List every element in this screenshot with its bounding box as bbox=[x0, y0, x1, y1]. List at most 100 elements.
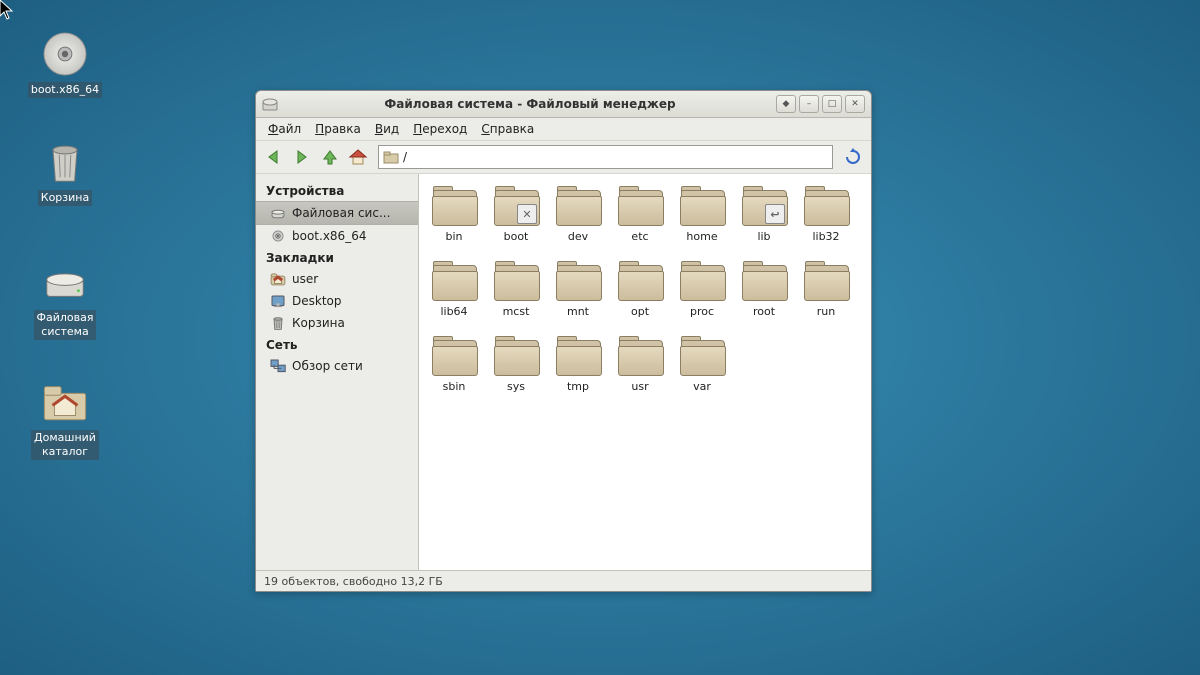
folder-proc[interactable]: proc bbox=[673, 261, 731, 318]
folder-icon bbox=[617, 336, 663, 376]
menu-файл[interactable]: Файл bbox=[262, 120, 307, 138]
sidebar-item-label: user bbox=[292, 272, 318, 286]
folder-mnt[interactable]: mnt bbox=[549, 261, 607, 318]
menu-вид[interactable]: Вид bbox=[369, 120, 405, 138]
folder-label: root bbox=[735, 305, 793, 318]
disc-icon bbox=[41, 30, 89, 78]
close-button[interactable]: ✕ bbox=[845, 95, 865, 113]
folder-label: lib64 bbox=[425, 305, 483, 318]
folder-run[interactable]: run bbox=[797, 261, 855, 318]
statusbar: 19 объектов, свободно 13,2 ГБ bbox=[256, 570, 871, 591]
desktop-icon-boot-media[interactable]: boot.x86_64 bbox=[25, 30, 105, 98]
folder-lib[interactable]: ↩lib bbox=[735, 186, 793, 243]
desktop-icon-label: Файловаясистема bbox=[34, 310, 97, 340]
folder-opt[interactable]: opt bbox=[611, 261, 669, 318]
mouse-cursor bbox=[0, 0, 14, 20]
path-input[interactable]: / bbox=[378, 145, 833, 169]
folder-icon bbox=[617, 186, 663, 226]
network-icon bbox=[270, 358, 286, 374]
folder-tmp[interactable]: tmp bbox=[549, 336, 607, 393]
folder-sys[interactable]: sys bbox=[487, 336, 545, 393]
folder-lib32[interactable]: lib32 bbox=[797, 186, 855, 243]
trash-icon bbox=[41, 138, 89, 186]
folder-label: sbin bbox=[425, 380, 483, 393]
folder-root[interactable]: root bbox=[735, 261, 793, 318]
folder-icon bbox=[555, 336, 601, 376]
titlebar[interactable]: Файловая система - Файловый менеджер ◆ –… bbox=[256, 91, 871, 118]
forward-button[interactable] bbox=[290, 145, 314, 169]
folder-sbin[interactable]: sbin bbox=[425, 336, 483, 393]
home-button[interactable] bbox=[346, 145, 370, 169]
folder-icon bbox=[493, 261, 539, 301]
folder-home[interactable]: home bbox=[673, 186, 731, 243]
folder-label: dev bbox=[549, 230, 607, 243]
sidebar-item-network[interactable]: Обзор сети bbox=[256, 355, 418, 377]
sidebar-item-filesystem[interactable]: Файловая сис... bbox=[256, 201, 418, 225]
shade-button[interactable]: ◆ bbox=[776, 95, 796, 113]
home-icon bbox=[270, 271, 286, 287]
desktop[interactable]: boot.x86_64 Корзина Файловаясистема Домашни… bbox=[0, 0, 1200, 675]
sidebar-item-trash[interactable]: Корзина bbox=[256, 312, 418, 334]
sidebar-item-label: boot.x86_64 bbox=[292, 229, 366, 243]
sidebar-item-desktop[interactable]: Desktop bbox=[256, 290, 418, 312]
sidebar-item-label: Desktop bbox=[292, 294, 342, 308]
folder-dev[interactable]: dev bbox=[549, 186, 607, 243]
desktop-icon-trash[interactable]: Корзина bbox=[25, 138, 105, 206]
folder-icon bbox=[679, 186, 725, 226]
folder-boot[interactable]: ✕ boot bbox=[487, 186, 545, 243]
folder-usr[interactable]: usr bbox=[611, 336, 669, 393]
up-button[interactable] bbox=[318, 145, 342, 169]
folder-label: mnt bbox=[549, 305, 607, 318]
toolbar: / bbox=[256, 140, 871, 174]
desktop-icon-home[interactable]: Домашнийкаталог bbox=[25, 378, 105, 460]
sidebar-item-label: Файловая сис... bbox=[292, 206, 390, 220]
folder-etc[interactable]: etc bbox=[611, 186, 669, 243]
content-area[interactable]: bin ✕ bootdevetchome↩liblib32 lib64 mcstmnto… bbox=[419, 174, 871, 570]
folder-icon: ✕ bbox=[493, 186, 539, 226]
folder-icon bbox=[431, 336, 477, 376]
desktop-icon-filesystem[interactable]: Файловаясистема bbox=[25, 258, 105, 340]
sidebar-heading: Закладки bbox=[256, 247, 418, 268]
menu-справка[interactable]: Справка bbox=[475, 120, 540, 138]
folder-icon bbox=[493, 336, 539, 376]
home-icon bbox=[41, 378, 89, 426]
maximize-button[interactable]: □ bbox=[822, 95, 842, 113]
sidebar-item-boot-media[interactable]: boot.x86_64 bbox=[256, 225, 418, 247]
folder-icon bbox=[803, 261, 849, 301]
sidebar-item-user[interactable]: user bbox=[256, 268, 418, 290]
window-title: Файловая система - Файловый менеджер bbox=[284, 97, 776, 111]
folder-label: lib bbox=[735, 230, 793, 243]
drive-icon bbox=[270, 205, 286, 221]
folder-bin[interactable]: bin bbox=[425, 186, 483, 243]
menu-правка[interactable]: Правка bbox=[309, 120, 367, 138]
folder-icon bbox=[803, 186, 849, 226]
minimize-button[interactable]: – bbox=[799, 95, 819, 113]
folder-label: tmp bbox=[549, 380, 607, 393]
path-text: / bbox=[403, 150, 407, 164]
refresh-button[interactable] bbox=[841, 145, 865, 169]
desktop-icon-label: Домашнийкаталог bbox=[31, 430, 99, 460]
drive-icon bbox=[41, 258, 89, 306]
folder-mcst[interactable]: mcst bbox=[487, 261, 545, 318]
folder-icon bbox=[741, 261, 787, 301]
folder-icon bbox=[679, 261, 725, 301]
folder-label: sys bbox=[487, 380, 545, 393]
sidebar-heading: Устройства bbox=[256, 180, 418, 201]
folder-label: var bbox=[673, 380, 731, 393]
sidebar-item-label: Обзор сети bbox=[292, 359, 363, 373]
folder-lib64[interactable]: lib64 bbox=[425, 261, 483, 318]
folder-label: etc bbox=[611, 230, 669, 243]
folder-label: run bbox=[797, 305, 855, 318]
window-icon bbox=[262, 96, 278, 112]
folder-label: boot bbox=[487, 230, 545, 243]
sidebar: Устройства Файловая сис... boot.x86_64 Закл… bbox=[256, 174, 419, 570]
folder-var[interactable]: var bbox=[673, 336, 731, 393]
menu-переход[interactable]: Переход bbox=[407, 120, 473, 138]
back-button[interactable] bbox=[262, 145, 286, 169]
folder-label: bin bbox=[425, 230, 483, 243]
folder-label: usr bbox=[611, 380, 669, 393]
folder-label: mcst bbox=[487, 305, 545, 318]
sidebar-heading: Сеть bbox=[256, 334, 418, 355]
desktop-icon bbox=[270, 293, 286, 309]
folder-icon bbox=[431, 186, 477, 226]
